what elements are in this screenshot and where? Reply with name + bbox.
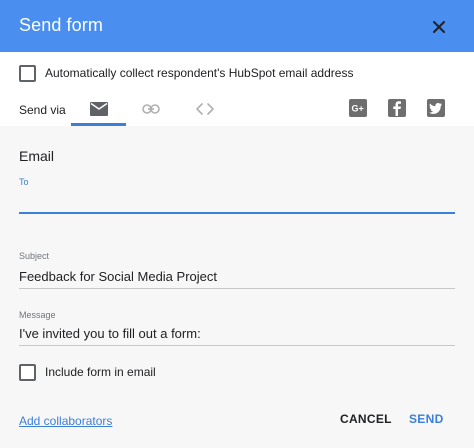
twitter-icon <box>429 103 442 114</box>
link-icon <box>142 104 160 114</box>
tab-embed[interactable] <box>177 92 233 126</box>
send-via-bar: Send via G+ <box>0 92 474 126</box>
to-field[interactable] <box>19 190 455 214</box>
send-form-dialog: Send form Automatically collect responde… <box>0 0 474 448</box>
include-form-label: Include form in email <box>45 365 156 379</box>
subject-field[interactable] <box>19 265 455 289</box>
collect-email-row: Automatically collect respondent's HubSp… <box>19 63 353 83</box>
include-form-checkbox[interactable] <box>19 363 36 381</box>
message-field[interactable] <box>19 322 455 346</box>
facebook-icon <box>393 101 401 116</box>
collect-email-checkbox[interactable] <box>19 64 36 82</box>
twitter-share-button[interactable] <box>427 99 445 117</box>
send-button[interactable]: SEND <box>409 412 444 426</box>
cancel-button[interactable]: CANCEL <box>340 412 392 426</box>
dialog-header: Send form <box>0 0 474 52</box>
message-label: Message <box>19 310 56 320</box>
collect-email-label: Automatically collect respondent's HubSp… <box>45 66 354 80</box>
to-label: To <box>19 177 29 187</box>
svg-text:G+: G+ <box>352 104 364 114</box>
google-plus-share-button[interactable]: G+ <box>349 99 367 117</box>
include-form-row: Include form in email <box>19 362 156 382</box>
add-collaborators-link[interactable]: Add collaborators <box>19 414 112 428</box>
tab-link[interactable] <box>123 92 179 126</box>
subject-label: Subject <box>19 251 50 261</box>
dialog-title: Send form <box>19 15 103 35</box>
google-plus-icon: G+ <box>352 104 364 114</box>
close-icon[interactable] <box>428 16 450 38</box>
send-via-label: Send via <box>19 103 66 117</box>
embed-icon <box>196 103 214 115</box>
tab-email[interactable] <box>71 92 127 126</box>
facebook-share-button[interactable] <box>388 99 406 117</box>
email-section-title: Email <box>19 148 55 164</box>
email-icon <box>90 102 108 116</box>
